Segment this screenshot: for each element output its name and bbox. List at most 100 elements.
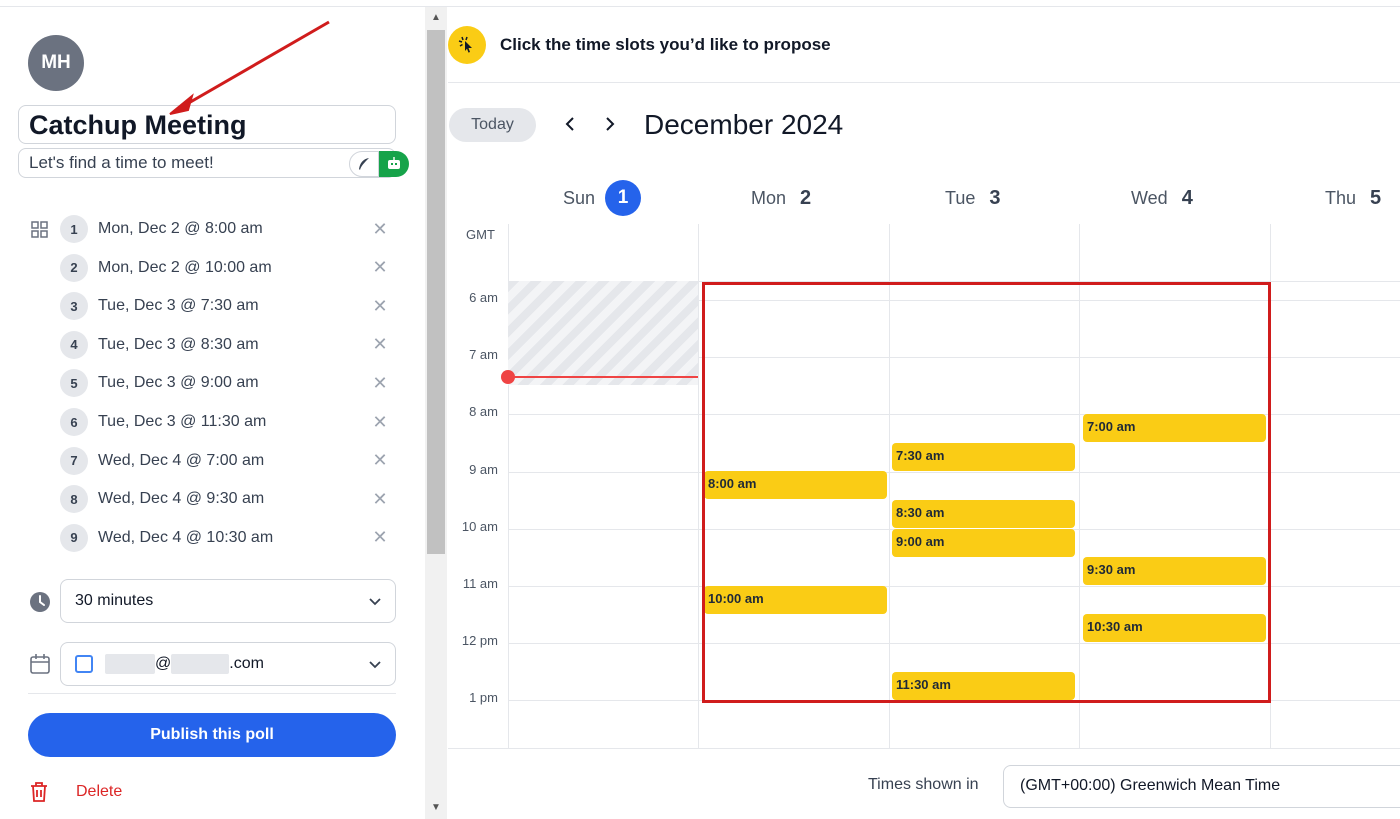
instruction-banner: Click the time slots you’d like to propo… <box>448 25 831 65</box>
close-icon[interactable]: ✕ <box>370 373 390 394</box>
slot-list-item[interactable]: 1 Mon, Dec 2 @ 8:00 am ✕ <box>60 214 390 244</box>
proposed-time-slot[interactable]: 8:30 am <box>892 500 1075 528</box>
banner-text: Click the time slots you’d like to propo… <box>500 35 831 54</box>
poll-editor-panel: MH Catchup Meeting Let's find a time to … <box>0 0 425 819</box>
account-tld: .com <box>229 655 264 672</box>
month-title: December 2024 <box>644 109 844 140</box>
slot-list-item[interactable]: 8 Wed, Dec 4 @ 9:30 am ✕ <box>60 484 390 514</box>
slot-label: Wed, Dec 4 @ 9:30 am <box>98 490 265 508</box>
close-icon[interactable]: ✕ <box>370 257 390 278</box>
slot-list-item[interactable]: 3 Tue, Dec 3 @ 7:30 am ✕ <box>60 291 390 321</box>
slot-label: Mon, Dec 2 @ 10:00 am <box>98 258 272 276</box>
poll-title-input[interactable]: Catchup Meeting <box>18 105 396 144</box>
day-header-wed[interactable]: Wed 4 <box>1131 180 1193 216</box>
close-icon[interactable]: ✕ <box>370 450 390 471</box>
close-icon[interactable]: ✕ <box>370 489 390 510</box>
proposed-time-slot[interactable]: 9:00 am <box>892 528 1075 557</box>
close-icon[interactable]: ✕ <box>370 527 390 548</box>
redacted-text <box>171 654 230 674</box>
footer-divider <box>448 748 1400 749</box>
day-header-thu[interactable]: Thu 5 <box>1325 180 1381 216</box>
calendar-icon <box>29 653 51 680</box>
hour-label: 7 am <box>469 347 498 363</box>
close-icon[interactable]: ✕ <box>370 412 390 433</box>
delete-button[interactable]: Delete <box>28 778 122 806</box>
timezone-short: GMT <box>466 227 495 242</box>
slot-list-item[interactable]: 5 Tue, Dec 3 @ 9:00 am ✕ <box>60 368 390 398</box>
scroll-up-arrow-icon[interactable]: ▲ <box>430 13 442 23</box>
hour-label: 10 am <box>461 518 498 534</box>
day-column-divider <box>889 224 890 748</box>
close-icon[interactable]: ✕ <box>370 296 390 317</box>
slot-number-badge: 1 <box>60 215 88 243</box>
scroll-down-arrow-icon[interactable]: ▼ <box>430 803 442 813</box>
slot-label: Tue, Dec 3 @ 8:30 am <box>98 335 259 353</box>
proposed-time-slot[interactable]: 9:30 am <box>1083 557 1266 586</box>
slot-list-item[interactable]: 9 Wed, Dec 4 @ 10:30 am ✕ <box>60 523 390 553</box>
proposed-time-slot[interactable]: 10:30 am <box>1083 614 1266 643</box>
hour-gridline <box>508 643 1400 645</box>
slot-label: Wed, Dec 4 @ 10:30 am <box>98 528 274 546</box>
day-name: Mon <box>751 187 787 208</box>
hour-label: 12 pm <box>461 633 498 649</box>
chevron-right-icon[interactable] <box>598 112 622 136</box>
robot-icon[interactable] <box>379 151 409 177</box>
slot-list-item[interactable]: 4 Tue, Dec 3 @ 8:30 am ✕ <box>60 330 390 360</box>
slot-list-item[interactable]: 6 Tue, Dec 3 @ 11:30 am ✕ <box>60 407 390 437</box>
proposed-time-slot[interactable]: 8:00 am <box>704 471 887 500</box>
hour-label: 8 am <box>469 404 498 420</box>
proposed-time-slot[interactable]: 7:30 am <box>892 442 1075 471</box>
current-time-dot <box>501 370 515 384</box>
close-icon[interactable]: ✕ <box>370 334 390 355</box>
avatar[interactable]: MH <box>28 35 84 91</box>
chevron-left-icon[interactable] <box>558 112 582 136</box>
calendar-account-select[interactable]: @ .com <box>60 642 396 686</box>
day-header-sun[interactable]: Sun 1 <box>563 180 642 216</box>
close-icon[interactable]: ✕ <box>370 219 390 240</box>
slot-list-item[interactable]: 7 Wed, Dec 4 @ 7:00 am ✕ <box>60 446 390 476</box>
proposed-time-slot[interactable]: 11:30 am <box>892 671 1075 700</box>
proposed-time-slot[interactable]: 7:00 am <box>1083 414 1266 443</box>
hour-label: 1 pm <box>469 690 498 706</box>
slot-number-badge: 7 <box>60 446 88 475</box>
day-name: Wed <box>1131 187 1168 208</box>
clock-icon <box>29 591 51 618</box>
day-header-mon[interactable]: Mon 2 <box>751 180 811 216</box>
quill-icon[interactable] <box>349 151 379 177</box>
slot-label: Tue, Dec 3 @ 9:00 am <box>98 374 259 392</box>
duration-value: 30 minutes <box>75 592 154 609</box>
today-button[interactable]: Today <box>449 108 536 142</box>
slot-number-badge: 9 <box>60 523 88 552</box>
slot-list-item[interactable]: 2 Mon, Dec 2 @ 10:00 am ✕ <box>60 253 390 283</box>
duration-select[interactable]: 30 minutes <box>60 579 396 623</box>
google-calendar-icon <box>75 655 93 673</box>
cursor-click-icon <box>448 26 486 64</box>
proposed-time-slot[interactable]: 10:00 am <box>704 585 887 614</box>
account-at: @ <box>155 655 172 672</box>
slot-label: Tue, Dec 3 @ 11:30 am <box>98 413 267 430</box>
slot-label: Tue, Dec 3 @ 7:30 am <box>98 297 259 315</box>
chevron-down-icon <box>369 598 381 606</box>
hour-gridline <box>508 471 1400 473</box>
chevron-down-icon <box>369 661 381 669</box>
banner-divider <box>448 82 1400 83</box>
day-column-divider <box>1270 224 1271 748</box>
day-column-divider <box>1079 224 1080 748</box>
slot-number-badge: 8 <box>60 485 88 514</box>
slot-label: Mon, Dec 2 @ 8:00 am <box>98 220 263 237</box>
day-name: Thu <box>1325 187 1357 208</box>
publish-poll-button[interactable]: Publish this poll <box>28 713 396 757</box>
day-name: Sun <box>563 187 596 208</box>
hour-label: 11 am <box>462 576 498 591</box>
slot-number-badge: 4 <box>60 330 88 359</box>
redacted-text <box>105 654 155 674</box>
hour-label: 9 am <box>469 461 498 477</box>
timezone-select[interactable]: (GMT+00:00) Greenwich Mean Time <box>1003 765 1400 808</box>
description-tools <box>349 151 409 177</box>
slot-number-badge: 3 <box>60 292 88 321</box>
hour-gridline <box>508 700 1400 702</box>
poll-description-input[interactable]: Let's find a time to meet! <box>18 148 396 178</box>
grid-icon <box>31 221 48 243</box>
hour-label: 6 am <box>469 290 498 305</box>
day-header-tue[interactable]: Tue 3 <box>945 180 1000 216</box>
